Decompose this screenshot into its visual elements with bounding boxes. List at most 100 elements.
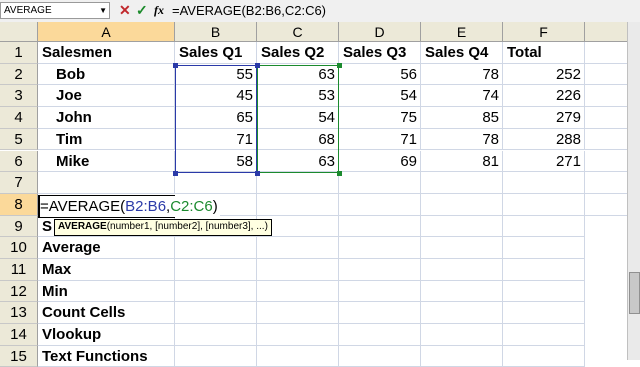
cell[interactable] bbox=[339, 345, 421, 367]
sales-value[interactable]: 71 bbox=[175, 128, 257, 151]
salesman-name[interactable]: Mike bbox=[38, 150, 175, 173]
cell[interactable] bbox=[503, 324, 585, 346]
header-sales-q2[interactable]: Sales Q2 bbox=[257, 42, 339, 64]
cell[interactable] bbox=[421, 172, 503, 194]
cancel-icon[interactable]: ✕ bbox=[119, 2, 131, 19]
cell[interactable] bbox=[503, 215, 585, 238]
column-header-c[interactable]: C bbox=[257, 22, 339, 42]
sales-value[interactable]: 56 bbox=[339, 63, 421, 86]
sales-value[interactable]: 81 bbox=[421, 150, 503, 173]
total-value[interactable]: 252 bbox=[503, 63, 585, 86]
range-handle[interactable] bbox=[173, 171, 178, 176]
sales-value[interactable]: 63 bbox=[257, 63, 339, 86]
salesman-name[interactable]: Tim bbox=[38, 128, 175, 151]
cell[interactable] bbox=[175, 280, 257, 303]
cell[interactable] bbox=[339, 237, 421, 259]
row-header-3[interactable]: 3 bbox=[0, 85, 38, 108]
row-header-14[interactable]: 14 bbox=[0, 324, 38, 346]
cell[interactable] bbox=[339, 172, 421, 194]
salesman-name[interactable]: Bob bbox=[38, 63, 175, 86]
enter-icon[interactable]: ✓ bbox=[136, 2, 148, 19]
cell[interactable] bbox=[585, 150, 628, 173]
cell[interactable] bbox=[585, 172, 628, 194]
column-header-f[interactable]: F bbox=[503, 22, 585, 42]
row-header-15[interactable]: 15 bbox=[0, 345, 38, 367]
total-value[interactable]: 271 bbox=[503, 150, 585, 173]
scrollbar-thumb[interactable] bbox=[629, 272, 640, 314]
cell[interactable] bbox=[257, 324, 339, 346]
row-header-10[interactable]: 10 bbox=[0, 237, 38, 259]
cell[interactable] bbox=[503, 280, 585, 303]
cell[interactable] bbox=[339, 193, 421, 216]
row-header-11[interactable]: 11 bbox=[0, 259, 38, 281]
cell[interactable] bbox=[257, 302, 339, 325]
cell[interactable] bbox=[503, 193, 585, 216]
cell[interactable] bbox=[175, 172, 257, 194]
salesman-name[interactable]: John bbox=[38, 107, 175, 129]
cell[interactable] bbox=[503, 259, 585, 281]
chevron-down-icon[interactable]: ▼ bbox=[99, 3, 107, 18]
cell[interactable] bbox=[339, 280, 421, 303]
list-item[interactable]: Max bbox=[38, 259, 175, 281]
header-sales-q1[interactable]: Sales Q1 bbox=[175, 42, 257, 64]
cell[interactable] bbox=[257, 345, 339, 367]
column-header-a[interactable]: A bbox=[38, 22, 175, 42]
cell[interactable] bbox=[585, 63, 628, 86]
row-header-5[interactable]: 5 bbox=[0, 128, 38, 151]
insert-function-icon[interactable]: fx bbox=[154, 2, 164, 19]
cell[interactable] bbox=[339, 324, 421, 346]
column-header-d[interactable]: D bbox=[339, 22, 421, 42]
row-header-7[interactable]: 7 bbox=[0, 172, 38, 194]
list-item[interactable]: Vlookup bbox=[38, 324, 175, 346]
column-header-g[interactable] bbox=[585, 22, 628, 42]
row-header-4[interactable]: 4 bbox=[0, 107, 38, 129]
cell[interactable] bbox=[421, 215, 503, 238]
cell[interactable] bbox=[339, 302, 421, 325]
cell[interactable] bbox=[421, 237, 503, 259]
sales-value[interactable]: 85 bbox=[421, 107, 503, 129]
cell[interactable] bbox=[257, 237, 339, 259]
cell[interactable] bbox=[339, 259, 421, 281]
tooltip-function-name[interactable]: AVERAGE bbox=[58, 221, 107, 232]
total-value[interactable]: 226 bbox=[503, 85, 585, 108]
cell[interactable] bbox=[585, 128, 628, 151]
cell[interactable] bbox=[585, 107, 628, 129]
sales-value[interactable]: 78 bbox=[421, 128, 503, 151]
range-handle[interactable] bbox=[337, 63, 342, 68]
sales-value[interactable]: 78 bbox=[421, 63, 503, 86]
cell[interactable] bbox=[257, 280, 339, 303]
total-value[interactable]: 288 bbox=[503, 128, 585, 151]
select-all-corner[interactable] bbox=[0, 22, 38, 42]
cell[interactable] bbox=[175, 302, 257, 325]
cell[interactable] bbox=[585, 193, 628, 216]
cell[interactable] bbox=[257, 172, 339, 194]
sales-value[interactable]: 54 bbox=[257, 107, 339, 129]
list-item[interactable]: Min bbox=[38, 280, 175, 303]
cell-editor[interactable]: =AVERAGE(B2:B6,C2:C6) bbox=[40, 196, 220, 217]
cell[interactable] bbox=[421, 259, 503, 281]
salesman-name[interactable]: Joe bbox=[38, 85, 175, 108]
cell[interactable] bbox=[421, 324, 503, 346]
sales-value[interactable]: 69 bbox=[339, 150, 421, 173]
sales-value[interactable]: 65 bbox=[175, 107, 257, 129]
cell[interactable] bbox=[257, 193, 339, 216]
cell[interactable] bbox=[175, 259, 257, 281]
row-header-6[interactable]: 6 bbox=[0, 150, 38, 173]
list-item[interactable]: Count Cells bbox=[38, 302, 175, 325]
range-handle[interactable] bbox=[255, 171, 260, 176]
cell[interactable] bbox=[503, 302, 585, 325]
sales-value[interactable]: 63 bbox=[257, 150, 339, 173]
row-header-8[interactable]: 8 bbox=[0, 193, 38, 216]
header-total[interactable]: Total bbox=[503, 42, 585, 64]
sales-value[interactable]: 71 bbox=[339, 128, 421, 151]
total-value[interactable]: 279 bbox=[503, 107, 585, 129]
row-header-12[interactable]: 12 bbox=[0, 280, 38, 303]
cell[interactable] bbox=[421, 280, 503, 303]
range-handle[interactable] bbox=[337, 171, 342, 176]
vertical-scrollbar[interactable] bbox=[627, 22, 640, 360]
cell[interactable] bbox=[503, 237, 585, 259]
cell[interactable] bbox=[421, 193, 503, 216]
range-handle[interactable] bbox=[173, 63, 178, 68]
list-item[interactable]: Text Functions bbox=[38, 345, 175, 367]
sales-value[interactable]: 68 bbox=[257, 128, 339, 151]
